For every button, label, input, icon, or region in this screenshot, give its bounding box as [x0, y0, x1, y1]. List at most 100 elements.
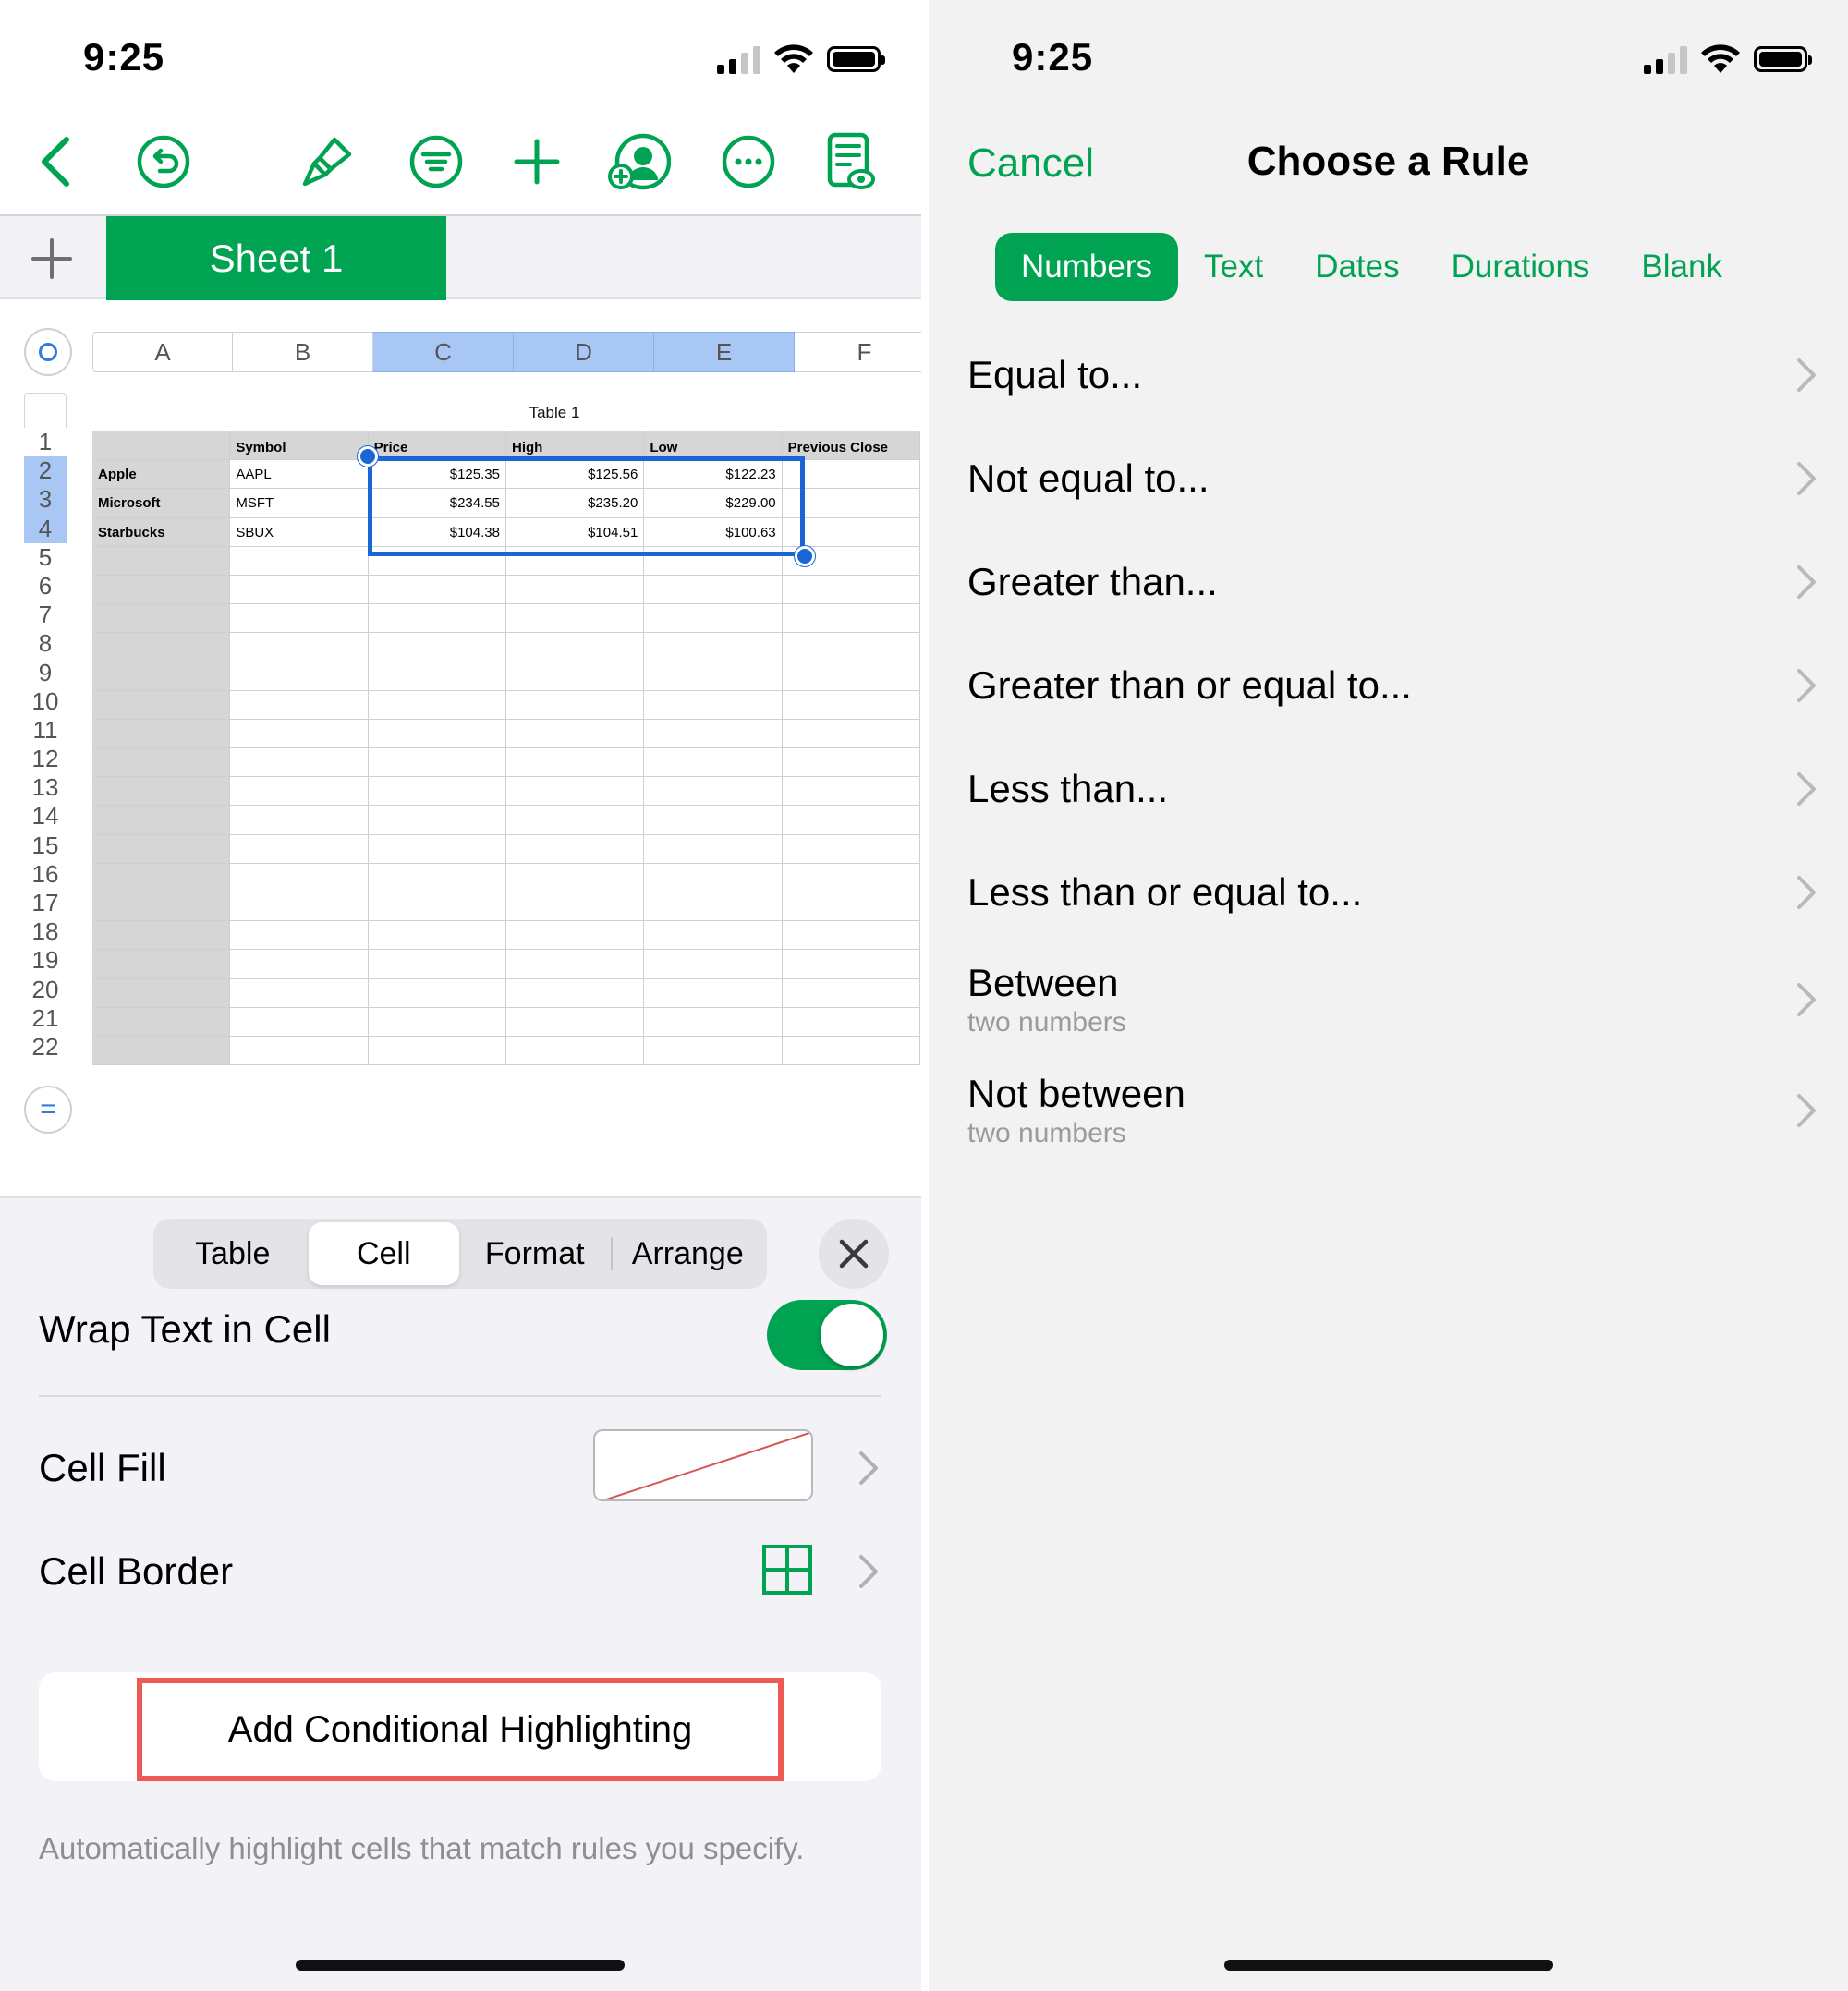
- cancel-button[interactable]: Cancel: [967, 140, 1094, 187]
- table-cell[interactable]: [505, 950, 645, 979]
- table-cell[interactable]: [782, 863, 920, 892]
- table-cell[interactable]: [368, 690, 506, 720]
- segment-arrange[interactable]: Arrange: [613, 1222, 764, 1285]
- table-header-cell[interactable]: Previous Close: [782, 431, 920, 461]
- column-header-e[interactable]: E: [654, 332, 795, 372]
- table-cell[interactable]: [368, 719, 506, 749]
- tab-durations[interactable]: Durations: [1426, 233, 1616, 301]
- row-header-19[interactable]: 19: [24, 946, 67, 976]
- tab-blank[interactable]: Blank: [1615, 233, 1748, 301]
- table-cell[interactable]: [505, 978, 645, 1008]
- cell-border-grid-icon[interactable]: [761, 1544, 813, 1596]
- table-cell[interactable]: [782, 806, 920, 835]
- table-cell[interactable]: [782, 575, 920, 605]
- table-cell[interactable]: [92, 662, 231, 691]
- table-cell[interactable]: [782, 719, 920, 749]
- table-cell[interactable]: [644, 806, 783, 835]
- add-conditional-highlighting-button[interactable]: Add Conditional Highlighting: [137, 1678, 784, 1781]
- cell-border-chevron-icon[interactable]: [857, 1553, 880, 1590]
- table-cell[interactable]: [782, 978, 920, 1008]
- table-cell[interactable]: [368, 633, 506, 662]
- table-cell[interactable]: [782, 834, 920, 864]
- table-cell[interactable]: [505, 863, 645, 892]
- table-cell[interactable]: [644, 834, 783, 864]
- table-header-cell[interactable]: Price: [368, 431, 506, 461]
- collaborate-icon[interactable]: [602, 120, 676, 203]
- rule-item[interactable]: Not between two numbers: [967, 1055, 1818, 1166]
- table-cell[interactable]: [230, 546, 369, 576]
- table-cell[interactable]: [92, 806, 231, 835]
- row-header-14[interactable]: 14: [24, 802, 67, 832]
- table-cell[interactable]: [505, 892, 645, 922]
- table-cell[interactable]: SBUX: [230, 517, 369, 547]
- table-cell[interactable]: [505, 921, 645, 951]
- row-header-20[interactable]: 20: [24, 975, 67, 1004]
- table-cell[interactable]: $100.63: [644, 517, 783, 547]
- table-cell[interactable]: [368, 1036, 506, 1066]
- add-sheet-icon[interactable]: [18, 229, 85, 288]
- table-cell[interactable]: [644, 777, 783, 807]
- rule-item[interactable]: Less than or equal to...: [967, 841, 1818, 944]
- wrap-text-toggle[interactable]: [767, 1300, 887, 1370]
- rule-item[interactable]: Greater than...: [967, 530, 1818, 634]
- table-cell[interactable]: $125.35: [368, 460, 506, 490]
- back-chevron-icon[interactable]: [18, 120, 92, 203]
- table-cell[interactable]: $229.00: [644, 489, 783, 518]
- table-cell[interactable]: [230, 604, 369, 634]
- table-cell[interactable]: [368, 546, 506, 576]
- table-cell[interactable]: [505, 546, 645, 576]
- reading-view-icon[interactable]: [813, 120, 887, 203]
- table-cell[interactable]: [644, 921, 783, 951]
- column-header-a[interactable]: A: [92, 332, 233, 372]
- table-cell[interactable]: [230, 719, 369, 749]
- table-cell[interactable]: [505, 777, 645, 807]
- table-cell[interactable]: [230, 863, 369, 892]
- table-cell[interactable]: [644, 575, 783, 605]
- table-cell[interactable]: $104.38: [368, 517, 506, 547]
- row-header-5[interactable]: 5: [24, 542, 67, 572]
- table-cell[interactable]: [505, 1036, 645, 1066]
- table-cell[interactable]: [782, 633, 920, 662]
- table-cell[interactable]: [368, 892, 506, 922]
- table-cell[interactable]: [230, 921, 369, 951]
- table-header-cell[interactable]: High: [505, 431, 645, 461]
- table-cell[interactable]: [368, 950, 506, 979]
- table-cell[interactable]: [368, 1007, 506, 1037]
- table-cell[interactable]: [505, 1007, 645, 1037]
- column-header-f[interactable]: F: [795, 332, 921, 372]
- table-cell[interactable]: [230, 978, 369, 1008]
- row-header-18[interactable]: 18: [24, 917, 67, 947]
- table-cell[interactable]: [505, 719, 645, 749]
- rule-item[interactable]: Greater than or equal to...: [967, 634, 1818, 737]
- table-header-cell[interactable]: Symbol: [230, 431, 369, 461]
- table-cell[interactable]: [92, 546, 231, 576]
- table-cell[interactable]: MSFT: [230, 489, 369, 518]
- table-cell[interactable]: [368, 806, 506, 835]
- table-cell[interactable]: [92, 575, 231, 605]
- table-cell[interactable]: [505, 690, 645, 720]
- table-cell[interactable]: $122.23: [644, 460, 783, 490]
- row-header-6[interactable]: 6: [24, 571, 67, 601]
- table-cell[interactable]: [92, 863, 231, 892]
- table-cell[interactable]: [644, 863, 783, 892]
- table-cell[interactable]: [644, 662, 783, 691]
- table-cell[interactable]: [782, 921, 920, 951]
- segment-table[interactable]: Table: [157, 1222, 309, 1285]
- table-cell[interactable]: [505, 748, 645, 778]
- table-cell[interactable]: [782, 460, 920, 490]
- table-cell[interactable]: [782, 1007, 920, 1037]
- table-cell[interactable]: [92, 892, 231, 922]
- table-cell[interactable]: [230, 806, 369, 835]
- rule-item[interactable]: Not equal to...: [967, 427, 1818, 530]
- column-header-b[interactable]: B: [233, 332, 373, 372]
- close-panel-button[interactable]: [819, 1219, 889, 1289]
- table-cell[interactable]: $235.20: [505, 489, 645, 518]
- table-cell[interactable]: [505, 604, 645, 634]
- table-cell[interactable]: [644, 1007, 783, 1037]
- table-cell[interactable]: [368, 777, 506, 807]
- table-cell[interactable]: [230, 1036, 369, 1066]
- table-cell[interactable]: [230, 633, 369, 662]
- tab-numbers[interactable]: Numbers: [995, 233, 1178, 301]
- table-cell[interactable]: [230, 748, 369, 778]
- rule-item[interactable]: Between two numbers: [967, 944, 1818, 1055]
